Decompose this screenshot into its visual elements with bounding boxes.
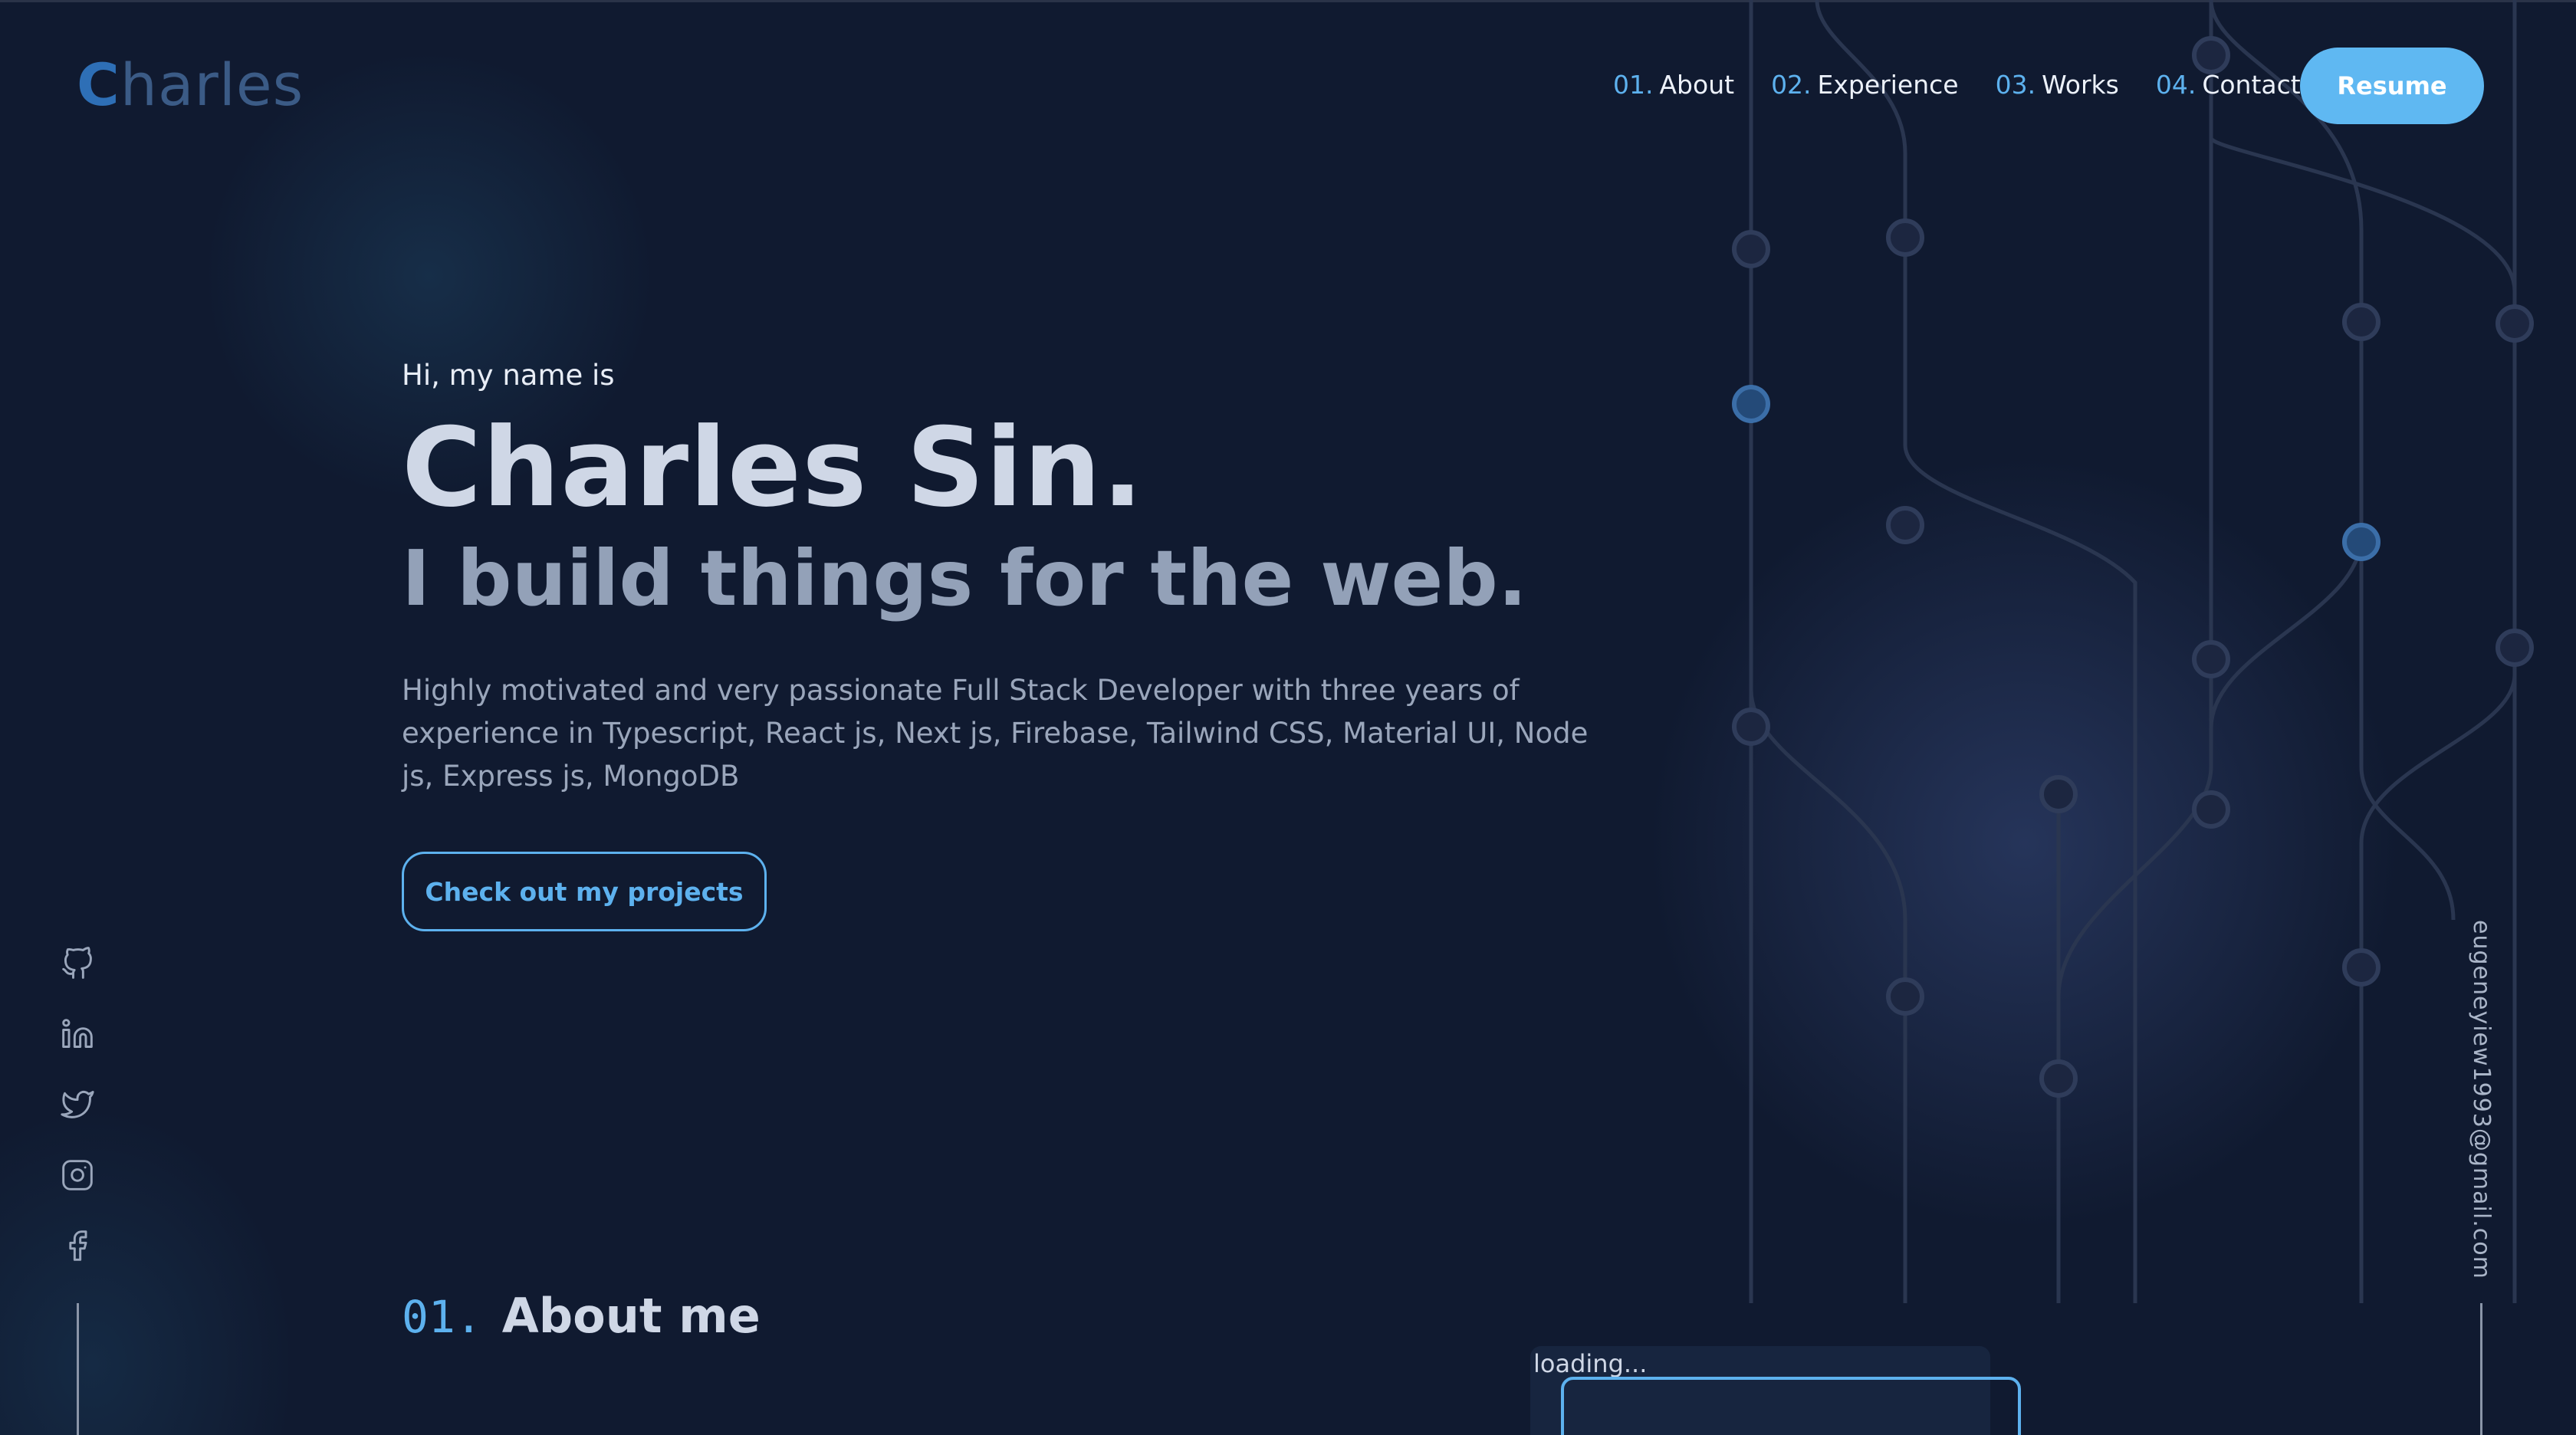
check-projects-button[interactable]: Check out my projects bbox=[402, 852, 767, 931]
hero-name: Charles Sin. bbox=[402, 405, 1145, 531]
about-number: 01. bbox=[402, 1291, 482, 1343]
email-link[interactable]: eugeneyiew1993@gmail.com bbox=[2468, 920, 2495, 1279]
nav-item-number: 03. bbox=[1995, 69, 2036, 100]
hero-section: Hi, my name is Charles Sin. I build thin… bbox=[402, 359, 1598, 931]
nav-item-works[interactable]: 03. Works bbox=[1996, 70, 2119, 100]
nav-item-label: Experience bbox=[1817, 69, 1959, 100]
hero-bio: Highly motivated and very passionate Ful… bbox=[402, 674, 1589, 793]
twitter-icon[interactable] bbox=[60, 1087, 95, 1122]
nav-item-number: 04. bbox=[2155, 69, 2196, 100]
hero-greeting: Hi, my name is bbox=[402, 359, 615, 392]
logo[interactable]: Charles bbox=[77, 51, 304, 119]
instagram-icon[interactable] bbox=[60, 1158, 95, 1193]
nav-item-experience[interactable]: 02. Experience bbox=[1771, 70, 1959, 100]
nav-item-label: About bbox=[1659, 69, 1735, 100]
page: Charles 01. About 02. Experience 03. Works … bbox=[0, 0, 2576, 1435]
nav-item-about[interactable]: 01. About bbox=[1613, 70, 1734, 100]
about-title: About me bbox=[501, 1288, 761, 1344]
nav-item-number: 01. bbox=[1613, 69, 1654, 100]
about-section-heading: 01. About me bbox=[402, 1288, 761, 1344]
left-rail-line bbox=[77, 1303, 79, 1435]
right-rail-line bbox=[2480, 1303, 2482, 1435]
nav-item-number: 02. bbox=[1771, 69, 1812, 100]
facebook-icon[interactable] bbox=[60, 1228, 95, 1263]
hero-tagline: I build things for the web. bbox=[402, 534, 1527, 623]
logo-initial: C bbox=[77, 51, 120, 119]
profile-image-frame bbox=[1561, 1377, 2021, 1435]
nav-item-label: Contact bbox=[2202, 69, 2301, 100]
social-links bbox=[60, 946, 97, 1299]
nav-item-contact[interactable]: 04. Contact bbox=[2156, 70, 2301, 100]
linkedin-icon[interactable] bbox=[60, 1016, 95, 1052]
circuit-background bbox=[1732, 0, 2534, 1303]
email-rail: eugeneyiew1993@gmail.com bbox=[2456, 920, 2495, 1279]
profile-image-alt-text: loading... bbox=[1533, 1349, 1648, 1378]
github-icon[interactable] bbox=[60, 946, 95, 981]
logo-rest: harles bbox=[120, 51, 304, 119]
nav-item-label: Works bbox=[2042, 69, 2119, 100]
resume-button[interactable]: Resume bbox=[2300, 48, 2484, 124]
main-nav: 01. About 02. Experience 03. Works 04. Conta… bbox=[1613, 69, 2338, 100]
